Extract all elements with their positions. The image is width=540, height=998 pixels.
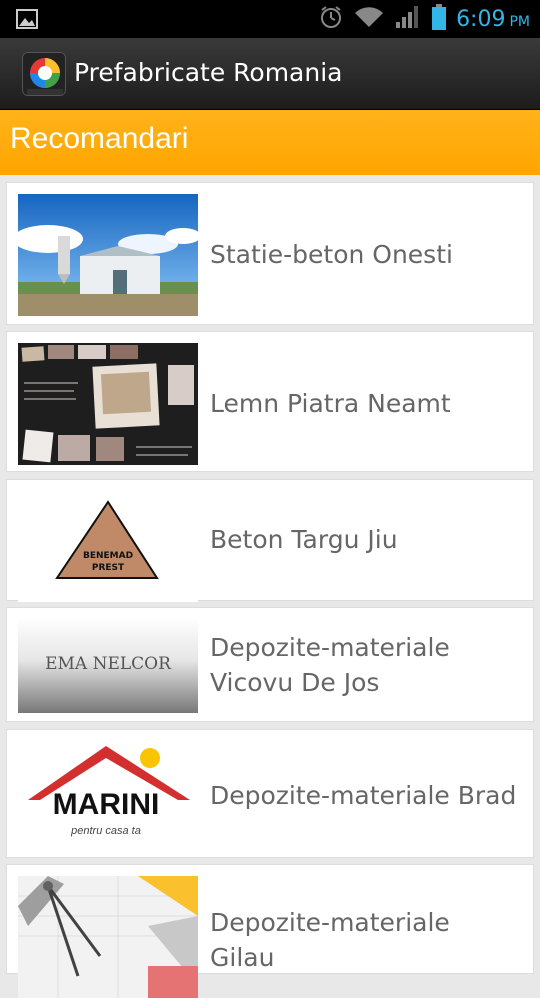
concrete-plant-photo bbox=[18, 194, 198, 316]
section-title: Recomandari bbox=[10, 122, 189, 155]
list-item-label: Lemn Piatra Neamt bbox=[210, 389, 451, 418]
kitchen-collage-photo bbox=[18, 343, 198, 465]
list-item[interactable]: EMA NELCOR Depozite-materiale Vicovu De … bbox=[6, 607, 534, 722]
list-item-label: Depozite-materiale Brad bbox=[210, 781, 517, 810]
status-time-ampm: PM bbox=[509, 13, 530, 30]
app-logo-icon[interactable] bbox=[22, 52, 66, 96]
marini-logo: MARINI pentru casa ta bbox=[18, 734, 198, 856]
benemad-logo-text-2: PREST bbox=[92, 563, 125, 573]
list-item[interactable]: Statie-beton Onesti bbox=[6, 182, 534, 325]
status-bar: 6:09 PM bbox=[0, 0, 540, 38]
list-item-label: Beton Targu Jiu bbox=[210, 525, 398, 554]
image-notification-icon bbox=[16, 9, 38, 33]
architect-tools-photo bbox=[18, 876, 198, 998]
signal-icon bbox=[394, 4, 422, 34]
app-title: Prefabricate Romania bbox=[74, 58, 343, 87]
list-item[interactable]: Depozite-materiale Gilau bbox=[6, 864, 534, 998]
alarm-icon bbox=[318, 4, 344, 34]
list-item-label: Depozite-materiale Gilau bbox=[210, 908, 450, 972]
battery-icon bbox=[432, 4, 447, 34]
wifi-icon bbox=[354, 5, 384, 33]
marini-logo-text: MARINI bbox=[53, 788, 160, 821]
list-item-label: Statie-beton Onesti bbox=[210, 240, 453, 269]
list-item-label: Depozite-materiale Vicovu De Jos bbox=[210, 633, 450, 697]
action-bar: Prefabricate Romania bbox=[0, 38, 540, 110]
status-time: 6:09 PM bbox=[456, 7, 530, 32]
ema-nelcor-logo: EMA NELCOR bbox=[18, 617, 198, 713]
list-item[interactable]: MARINI pentru casa ta Depozite-materiale… bbox=[6, 729, 534, 858]
benemad-logo: BENEMAD PREST bbox=[18, 480, 198, 602]
list-item[interactable]: Lemn Piatra Neamt bbox=[6, 331, 534, 472]
status-time-value: 6:09 bbox=[456, 6, 506, 32]
section-header: Recomandari bbox=[0, 110, 540, 175]
benemad-logo-text-1: BENEMAD bbox=[83, 551, 133, 561]
list-item[interactable]: BENEMAD PREST Beton Targu Jiu bbox=[6, 479, 534, 602]
ema-nelcor-logo-text: EMA NELCOR bbox=[45, 654, 172, 674]
marini-logo-tagline: pentru casa ta bbox=[70, 825, 141, 837]
